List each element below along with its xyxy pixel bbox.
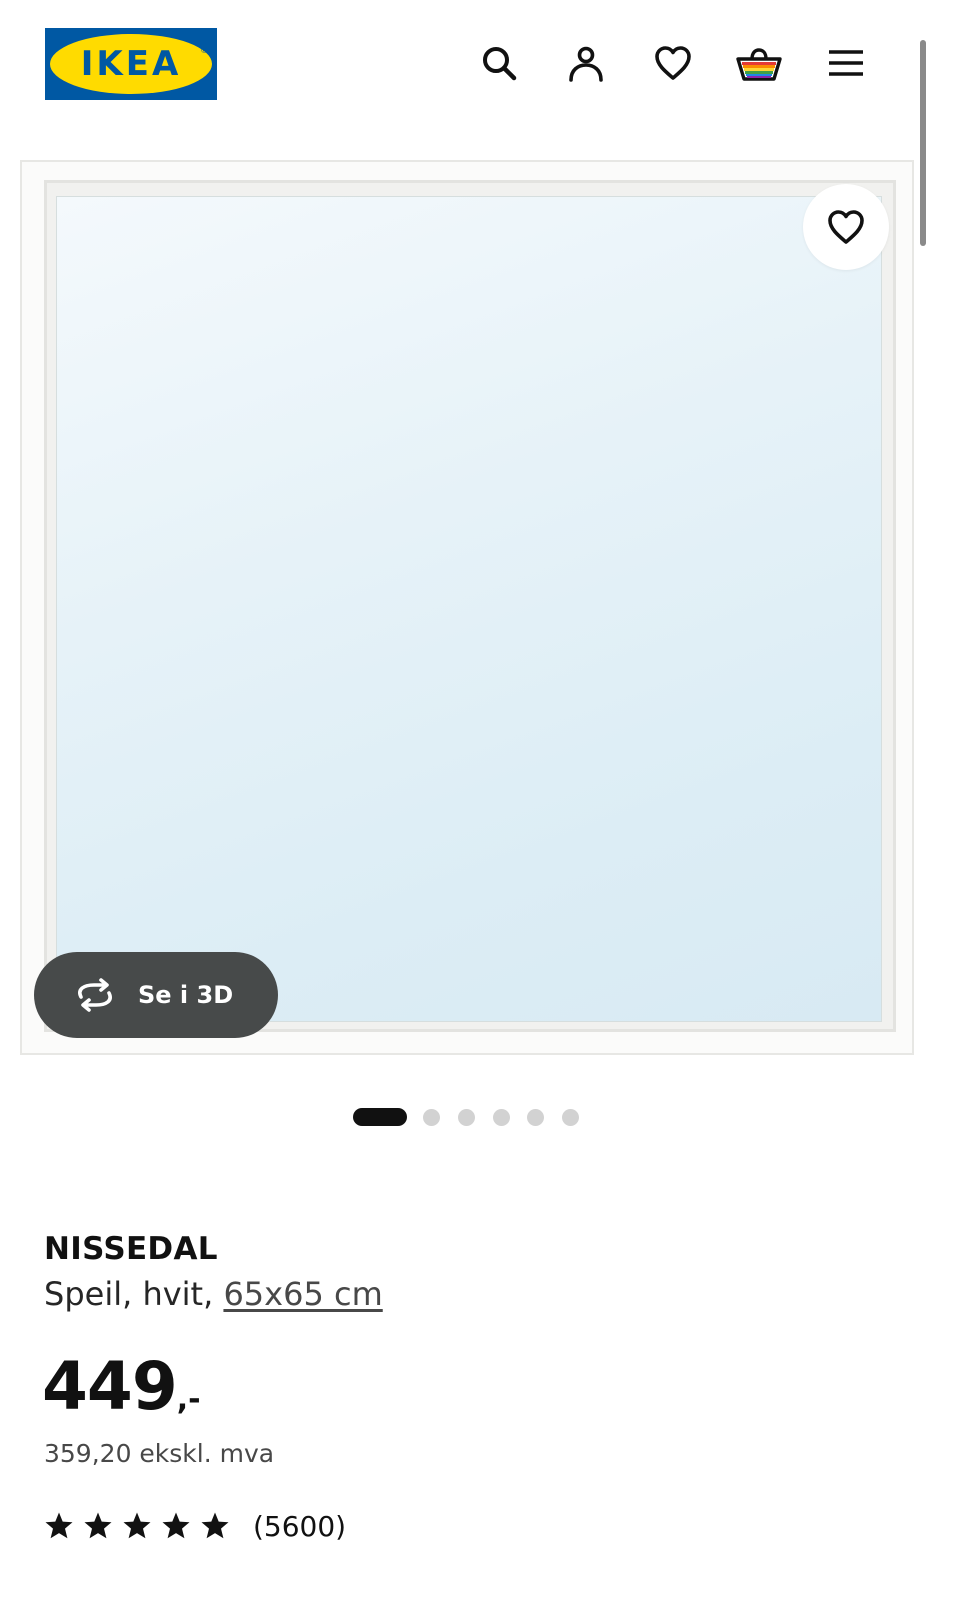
star-icon <box>123 1512 151 1539</box>
price-excluding-vat: 359,20 ekskl. mva <box>44 1439 275 1468</box>
view-in-3d-button[interactable]: Se i 3D <box>34 952 278 1038</box>
star-icon <box>84 1512 112 1539</box>
star-icon <box>201 1512 229 1539</box>
carousel-dot-active[interactable] <box>353 1108 407 1126</box>
product-size-link[interactable]: 65x65 cm <box>223 1275 382 1313</box>
product-description: Speil, hvit, 65x65 cm <box>44 1275 383 1313</box>
mirror-glass <box>56 196 882 1022</box>
mirror-frame <box>20 160 914 1055</box>
price-suffix: ,- <box>176 1382 201 1417</box>
add-to-favorites-button[interactable] <box>803 184 889 270</box>
favorites-icon <box>655 46 691 80</box>
product-price: 449,- <box>42 1348 201 1425</box>
ikea-logo[interactable]: IKEA ® <box>45 28 217 100</box>
page-scrollbar[interactable] <box>920 40 926 246</box>
view-in-3d-label: Se i 3D <box>138 981 234 1009</box>
carousel-dot[interactable] <box>527 1109 544 1126</box>
search-button[interactable] <box>474 38 524 88</box>
review-count: (5600) <box>253 1509 347 1543</box>
account-button[interactable] <box>561 38 611 88</box>
carousel-dot[interactable] <box>458 1109 475 1126</box>
product-image[interactable] <box>20 160 914 1055</box>
rotate-3d-icon <box>78 978 112 1012</box>
carousel-dot[interactable] <box>562 1109 579 1126</box>
basket-button[interactable] <box>734 38 784 88</box>
carousel-dot[interactable] <box>493 1109 510 1126</box>
product-name: NISSEDAL <box>44 1231 218 1267</box>
product-rating[interactable]: (5600) <box>44 1508 346 1544</box>
heart-icon <box>828 210 864 244</box>
search-icon <box>483 47 517 81</box>
logo-text: IKEA <box>80 44 182 84</box>
price-main: 449 <box>42 1348 178 1425</box>
favorites-button[interactable] <box>648 38 698 88</box>
site-header: IKEA ® <box>0 0 960 130</box>
product-description-text: Speil, hvit, <box>44 1275 224 1313</box>
star-icon <box>45 1512 73 1539</box>
carousel-dot[interactable] <box>423 1109 440 1126</box>
logo-registered-mark: ® <box>200 46 209 56</box>
account-icon <box>569 46 603 82</box>
rating-stars <box>44 1511 239 1541</box>
menu-icon <box>829 50 863 76</box>
basket-icon <box>736 48 782 81</box>
star-icon <box>162 1512 190 1539</box>
menu-button[interactable] <box>821 38 871 88</box>
